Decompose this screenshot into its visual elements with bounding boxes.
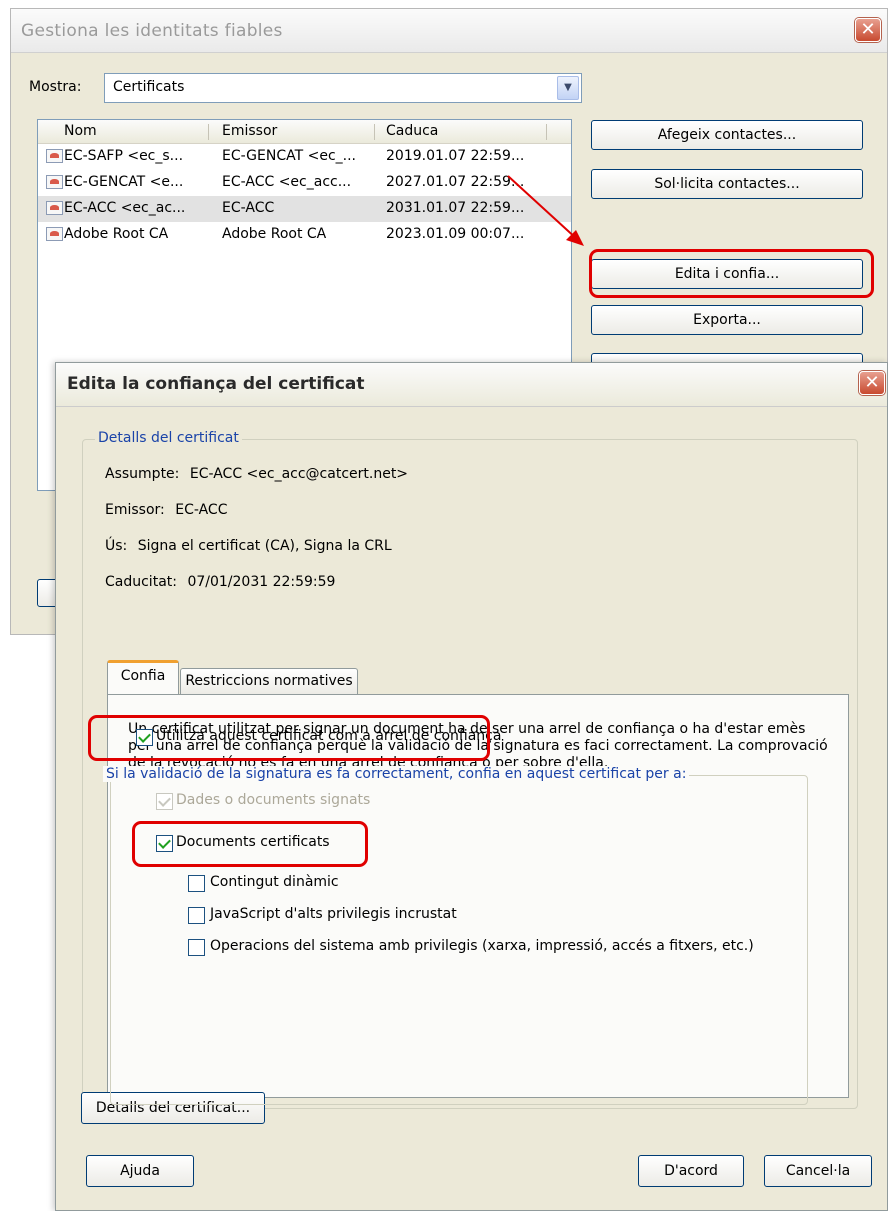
export-button[interactable]: Exporta... — [591, 305, 863, 335]
expiry-line: Caducitat: 07/01/2031 22:59:59 — [105, 574, 335, 590]
help-button[interactable]: Ajuda — [86, 1155, 194, 1187]
cert-issuer: EC-ACC — [222, 200, 275, 216]
issuer-line: Emissor: EC-ACC — [105, 502, 227, 518]
show-dropdown-value: Certificats — [113, 79, 185, 95]
chevron-down-icon[interactable]: ▼ — [557, 76, 579, 100]
dialog-titlebar: Edita la confiança del certificat ✕ — [56, 363, 887, 407]
dialog-title: Edita la confiança del certificat — [67, 374, 365, 394]
cert-expires: 2019.01.07 22:59... — [386, 148, 525, 164]
javascript-checkbox[interactable] — [188, 907, 205, 924]
group-legend: Si la validació de la signatura es fa co… — [103, 766, 690, 782]
column-separator[interactable] — [546, 124, 547, 140]
signed-documents-label: Dades o documents signats — [176, 792, 371, 808]
add-contacts-button[interactable]: Afegeix contactes... — [591, 120, 863, 150]
signed-documents-checkbox[interactable] — [156, 793, 173, 810]
cert-issuer: Adobe Root CA — [222, 226, 327, 242]
cert-expires: 2027.01.07 22:59... — [386, 174, 525, 190]
list-item[interactable]: EC-SAFP <ec_s... EC-GENCAT <ec_... 2019.… — [38, 144, 571, 170]
highlight-trusted-root — [88, 715, 490, 761]
cert-expires: 2023.01.09 00:07... — [386, 226, 525, 242]
column-separator[interactable] — [208, 124, 209, 140]
show-label: Mostra: — [29, 79, 82, 95]
certificate-icon — [46, 227, 63, 241]
cert-issuer: EC-GENCAT <ec_... — [222, 148, 357, 164]
subject-value: EC-ACC <ec_acc@catcert.net> — [189, 466, 409, 482]
dynamic-content-checkbox[interactable] — [188, 875, 205, 892]
show-dropdown[interactable]: Certificats ▼ — [104, 73, 582, 103]
certificate-icon — [46, 175, 63, 189]
window-title: Gestiona les identitats fiables — [21, 21, 283, 41]
javascript-label[interactable]: JavaScript d'alts privilegis incrustat — [210, 906, 457, 922]
usage-value: Signa el certificat (CA), Signa la CRL — [137, 538, 392, 554]
list-item[interactable]: EC-GENCAT <e... EC-ACC <ec_acc... 2027.0… — [38, 170, 571, 196]
expiry-label: Caducitat: — [105, 574, 177, 590]
column-separator[interactable] — [374, 124, 375, 140]
cert-name: EC-ACC <ec_ac... — [64, 200, 186, 216]
system-operations-label[interactable]: Operacions del sistema amb privilegis (x… — [210, 938, 754, 954]
usage-line: Ús: Signa el certificat (CA), Signa la C… — [105, 538, 392, 554]
list-header: Nom Emissor Caduca — [38, 120, 571, 144]
issuer-value: EC-ACC — [175, 502, 228, 518]
ok-button[interactable]: D'acord — [638, 1155, 744, 1187]
list-item[interactable]: EC-ACC <ec_ac... EC-ACC 2031.01.07 22:59… — [38, 196, 571, 222]
certificate-icon — [46, 201, 63, 215]
cert-name: Adobe Root CA — [64, 226, 169, 242]
window-titlebar: Gestiona les identitats fiables ✕ — [11, 9, 887, 53]
cert-name: EC-SAFP <ec_s... — [64, 148, 184, 164]
list-item[interactable]: Adobe Root CA Adobe Root CA 2023.01.09 0… — [38, 222, 571, 248]
usage-label: Ús: — [105, 538, 128, 554]
subject-line: Assumpte: EC-ACC <ec_acc@catcert.net> — [105, 466, 408, 482]
subject-label: Assumpte: — [105, 466, 180, 482]
group-legend: Detalls del certificat — [95, 430, 242, 446]
cert-issuer: EC-ACC <ec_acc... — [222, 174, 352, 190]
issuer-label: Emissor: — [105, 502, 165, 518]
certificate-icon — [46, 149, 63, 163]
cert-name: EC-GENCAT <e... — [64, 174, 184, 190]
dynamic-content-label[interactable]: Contingut dinàmic — [210, 874, 339, 890]
cert-expires: 2031.01.07 22:59... — [386, 200, 525, 216]
expiry-value: 07/01/2031 22:59:59 — [187, 574, 336, 590]
highlight-certified-documents — [132, 821, 368, 867]
tab-restrictions[interactable]: Restriccions normatives — [180, 668, 358, 694]
close-icon[interactable]: ✕ — [855, 18, 881, 42]
request-contacts-button[interactable]: Sol·licita contactes... — [591, 169, 863, 199]
close-icon[interactable]: ✕ — [859, 371, 885, 395]
highlight-edit-button — [589, 249, 874, 298]
edit-certificate-trust-dialog: Edita la confiança del certificat ✕ Deta… — [55, 362, 888, 1211]
cancel-button[interactable]: Cancel·la — [764, 1155, 872, 1187]
tab-trust[interactable]: Confia — [107, 660, 179, 694]
system-operations-checkbox[interactable] — [188, 939, 205, 956]
